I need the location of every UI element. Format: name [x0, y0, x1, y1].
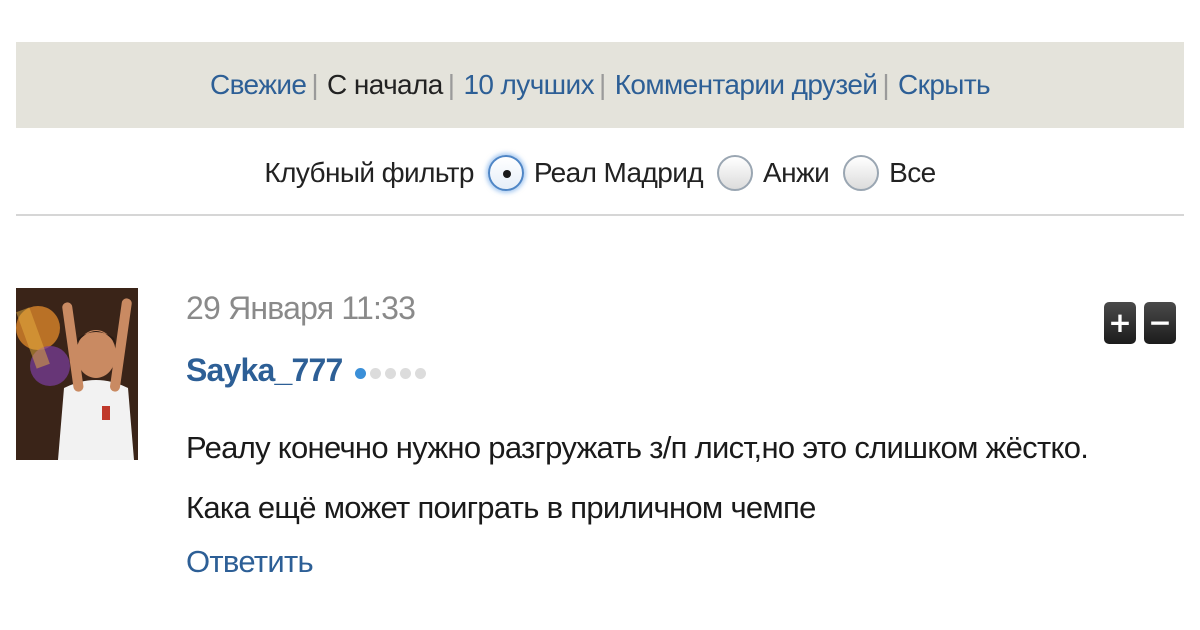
section-divider: [16, 214, 1184, 216]
club-filter-option-label: Реал Мадрид: [533, 157, 704, 188]
club-filter-option-anzhi[interactable]: Анжи: [717, 155, 830, 191]
club-filter: Клубный фильтр Реал Мадрид Анжи Все: [16, 136, 1184, 210]
comment-vote-buttons: + −: [1104, 302, 1176, 344]
radio-button[interactable]: [717, 155, 754, 191]
vote-minus-button[interactable]: −: [1144, 302, 1176, 344]
rating-dot-empty: [399, 368, 411, 379]
club-filter-option-all[interactable]: Все: [843, 155, 936, 191]
comment-author-link[interactable]: Sayka_777: [186, 352, 343, 389]
rating-dot-filled: [354, 368, 366, 379]
rating-dot-empty: [414, 368, 426, 379]
rating-dot-empty: [369, 368, 381, 379]
rating-dot-empty: [384, 368, 396, 379]
sort-from-start-current: С начала: [327, 69, 443, 100]
sort-separator: |: [882, 69, 890, 100]
radio-button[interactable]: [843, 155, 880, 191]
club-filter-label: Клубный фильтр: [264, 157, 474, 188]
comment-text: Реалу конечно нужно разгружать з/п лист,…: [186, 430, 1089, 525]
sort-top10-link[interactable]: 10 лучших: [463, 69, 594, 101]
plus-icon: +: [1108, 306, 1132, 339]
club-filter-option-label: Все: [889, 157, 936, 188]
user-avatar[interactable]: [16, 288, 138, 460]
minus-icon: −: [1148, 306, 1172, 339]
comment-date: 29 Января 11:33: [186, 290, 416, 326]
comments-widget: Свежие | С начала | 10 лучших | Коммента…: [0, 0, 1200, 630]
club-filter-option-label: Анжи: [763, 157, 830, 188]
sort-separator: |: [599, 69, 606, 100]
user-rating-dots: [354, 368, 430, 379]
avatar-photo-icon: [16, 288, 138, 460]
comments-sort-bar: Свежие | С начала | 10 лучших | Коммента…: [16, 42, 1184, 128]
sort-fresh-link[interactable]: Свежие: [210, 69, 307, 101]
comment-author-row: Sayka_777: [186, 352, 430, 389]
sort-separator: |: [311, 69, 319, 100]
sort-friends-comments-link[interactable]: Комментарии друзей: [615, 69, 878, 101]
vote-plus-button[interactable]: +: [1104, 302, 1136, 344]
reply-link[interactable]: Ответить: [186, 544, 314, 580]
hide-comments-link[interactable]: Скрыть: [898, 69, 991, 101]
radio-button-checked[interactable]: [487, 155, 524, 191]
sort-separator: |: [447, 69, 455, 100]
club-filter-option-real-madrid[interactable]: Реал Мадрид: [487, 155, 704, 191]
